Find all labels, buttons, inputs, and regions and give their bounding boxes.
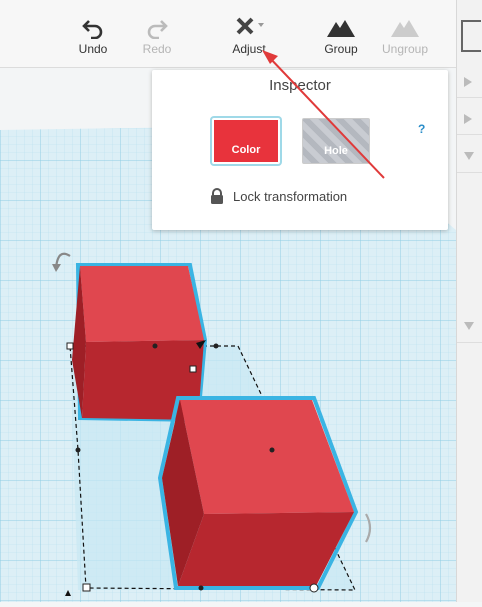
panel-collapse-arrow[interactable] xyxy=(457,312,482,343)
lock-transformation-toggle[interactable]: Lock transformation xyxy=(210,188,347,205)
right-panel xyxy=(456,0,482,602)
redo-icon xyxy=(122,14,192,42)
inspector-title: Inspector xyxy=(269,77,331,94)
inspector-panel: Inspector Color Hole ? Lock transformati… xyxy=(152,70,448,230)
panel-expand-arrow[interactable] xyxy=(457,67,482,98)
chevron-right-icon xyxy=(464,77,472,87)
chevron-down-icon xyxy=(464,322,474,330)
chevron-right-icon xyxy=(464,114,472,124)
panel-collapse-arrow[interactable] xyxy=(457,142,482,173)
adjust-button[interactable]: Adjust xyxy=(214,14,284,56)
color-swatch-button[interactable]: Color xyxy=(212,118,280,164)
undo-icon xyxy=(58,14,128,42)
undo-button[interactable]: Undo xyxy=(58,14,128,56)
hole-button[interactable]: Hole xyxy=(302,118,370,164)
group-icon xyxy=(306,14,376,42)
chevron-down-icon xyxy=(464,152,474,160)
ungroup-button[interactable]: Ungroup xyxy=(370,14,440,56)
toolbar: Undo Redo Adjust Group Ungroup xyxy=(0,0,456,68)
lock-icon xyxy=(211,188,223,204)
redo-button[interactable]: Redo xyxy=(122,14,192,56)
adjust-icon xyxy=(214,14,284,42)
front-cube[interactable] xyxy=(157,396,359,590)
group-button[interactable]: Group xyxy=(306,14,376,56)
ungroup-icon xyxy=(370,14,440,42)
panel-expand-arrow[interactable] xyxy=(457,104,482,135)
grid-icon[interactable] xyxy=(461,20,481,52)
help-link[interactable]: ? xyxy=(418,122,425,136)
